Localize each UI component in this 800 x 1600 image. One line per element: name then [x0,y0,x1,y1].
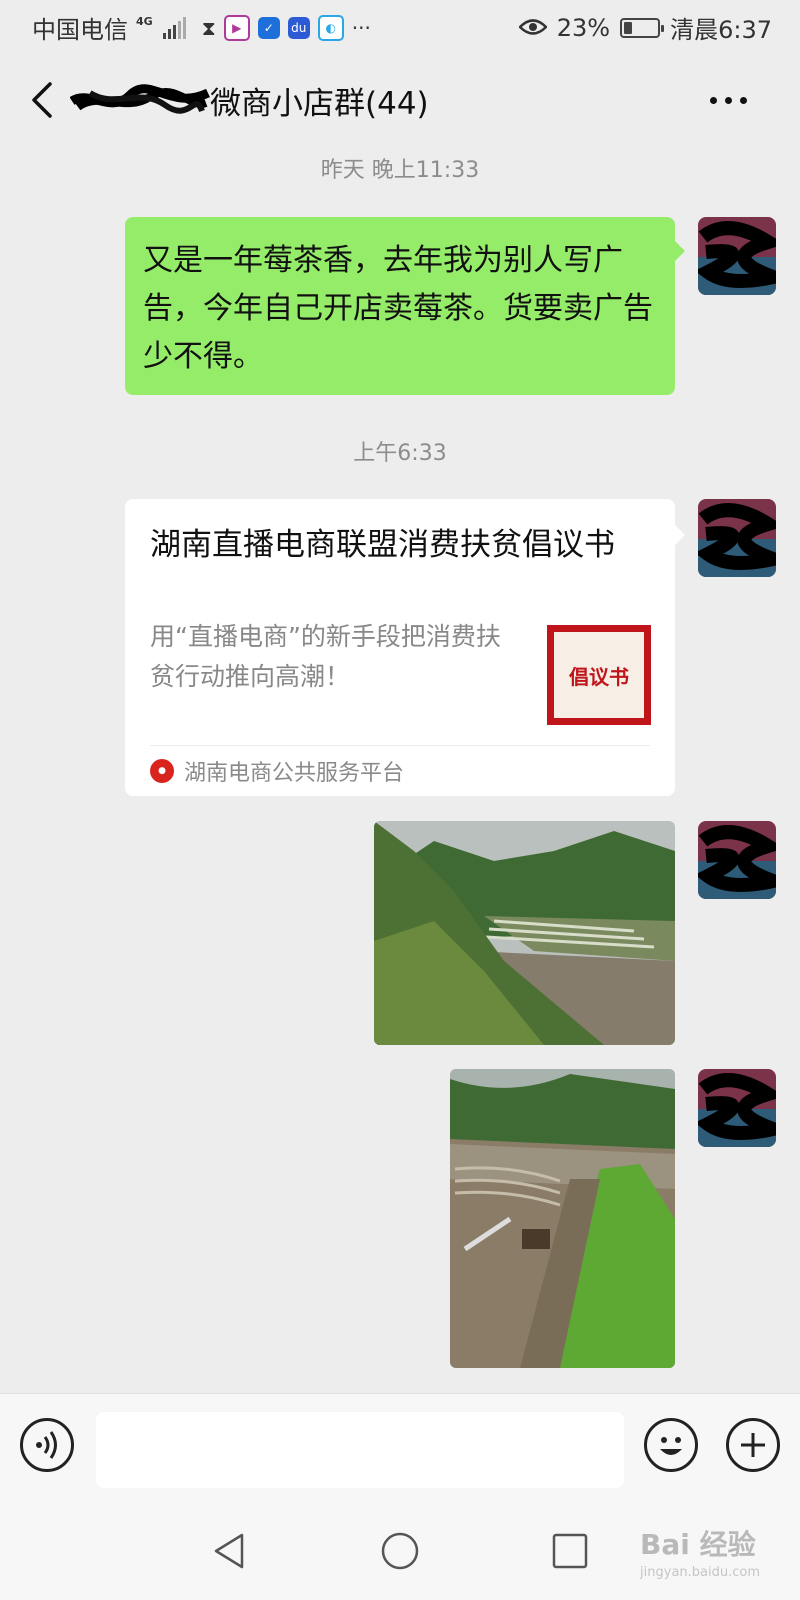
watermark-url: jingyan.baidu.com [640,1565,760,1580]
status-right: 23% 清晨6:37 [517,10,772,45]
avatar-image [698,499,776,577]
emoji-button[interactable] [644,1418,698,1472]
article-title: 湖南直播电商联盟消费扶贫倡议书 [150,527,615,563]
group-name: 微商小店群(44) [210,86,429,122]
back-button[interactable] [26,78,62,122]
status-bar: 中国电信 4G ⧗ ▶ ✓ du ◐ ··· 23% 清晨6:37 [0,0,800,56]
baidu-app-icon: du [287,16,310,39]
smiley-icon [660,1437,682,1455]
carrier-label: 中国电信 [32,16,128,44]
photo-message-terraces[interactable] [374,821,675,1045]
chevron-left-icon [32,82,52,118]
shield-app-icon: ✓ [257,16,280,39]
sender-avatar[interactable] [698,217,776,295]
watermark-brand: Bai 经验 [640,1528,756,1561]
nav-recents-icon[interactable] [550,1531,590,1571]
article-source: ● 湖南电商公共服务平台 [150,755,404,787]
article-thumbnail: 倡议书 [547,625,651,725]
photo-message-seedlings[interactable] [450,1069,675,1368]
message-text-field[interactable] [96,1412,624,1488]
avatar-image [698,217,776,295]
battery-percent: 23% [556,13,611,42]
video-app-icon: ▶ [223,14,250,41]
timestamp-yesterday: 昨天 晚上11:33 [320,158,480,183]
chat-header: 微商小店群(44) [0,56,800,146]
sender-avatar[interactable] [698,499,776,577]
nav-home-icon[interactable] [380,1531,420,1571]
system-nav-bar: Bai 经验 jingyan.baidu.com [0,1503,800,1600]
article-source-name: 湖南电商公共服务平台 [184,761,405,786]
avatar-image [698,1069,776,1147]
sender-avatar[interactable] [698,821,776,899]
clock: 清晨6:37 [670,16,772,44]
more-notifications-icon: ··· [351,15,371,40]
message-input-bar [0,1393,800,1504]
battery-icon [620,17,665,38]
status-left: 中国电信 4G ⧗ ▶ ✓ du ◐ ··· [32,10,371,45]
timestamp-morning: 上午6:33 [353,441,447,466]
network-label: 4G [136,15,153,28]
hourglass-icon: ⧗ [201,15,216,40]
text-message-bubble[interactable]: 又是一年莓茶香，去年我为别人写广告，今年自己开店卖莓茶。货要卖广告少不得。 [125,217,685,395]
voice-icon [36,1431,57,1459]
terraced-field-photo [374,821,675,1045]
rice-seedling-photo [450,1069,675,1368]
voice-input-button[interactable] [20,1418,74,1472]
sender-avatar[interactable] [698,1069,776,1147]
article-thumbnail-text: 倡议书 [553,631,645,719]
source-logo-icon: ● [150,759,174,783]
nav-back-icon[interactable] [210,1531,250,1571]
shared-article-card[interactable]: 湖南直播电商联盟消费扶贫倡议书 用“直播电商”的新手段把消费扶贫行动推向高潮！ … [125,499,685,796]
plus-icon [741,1433,765,1457]
more-functions-button[interactable] [726,1418,780,1472]
more-options-button[interactable] [710,86,750,114]
redacted-group-name [69,81,210,121]
card-divider [150,745,650,746]
baidu-watermark: Bai 经验 jingyan.baidu.com [640,1523,760,1580]
avatar-image [698,821,776,899]
article-description: 用“直播电商”的新手段把消费扶贫行动推向高潮！ [150,622,501,691]
browser-app-icon: ◐ [317,14,344,41]
signal-icon [162,16,186,39]
eye-icon [517,14,548,42]
chat-title: 微商小店群(44) [69,78,429,123]
